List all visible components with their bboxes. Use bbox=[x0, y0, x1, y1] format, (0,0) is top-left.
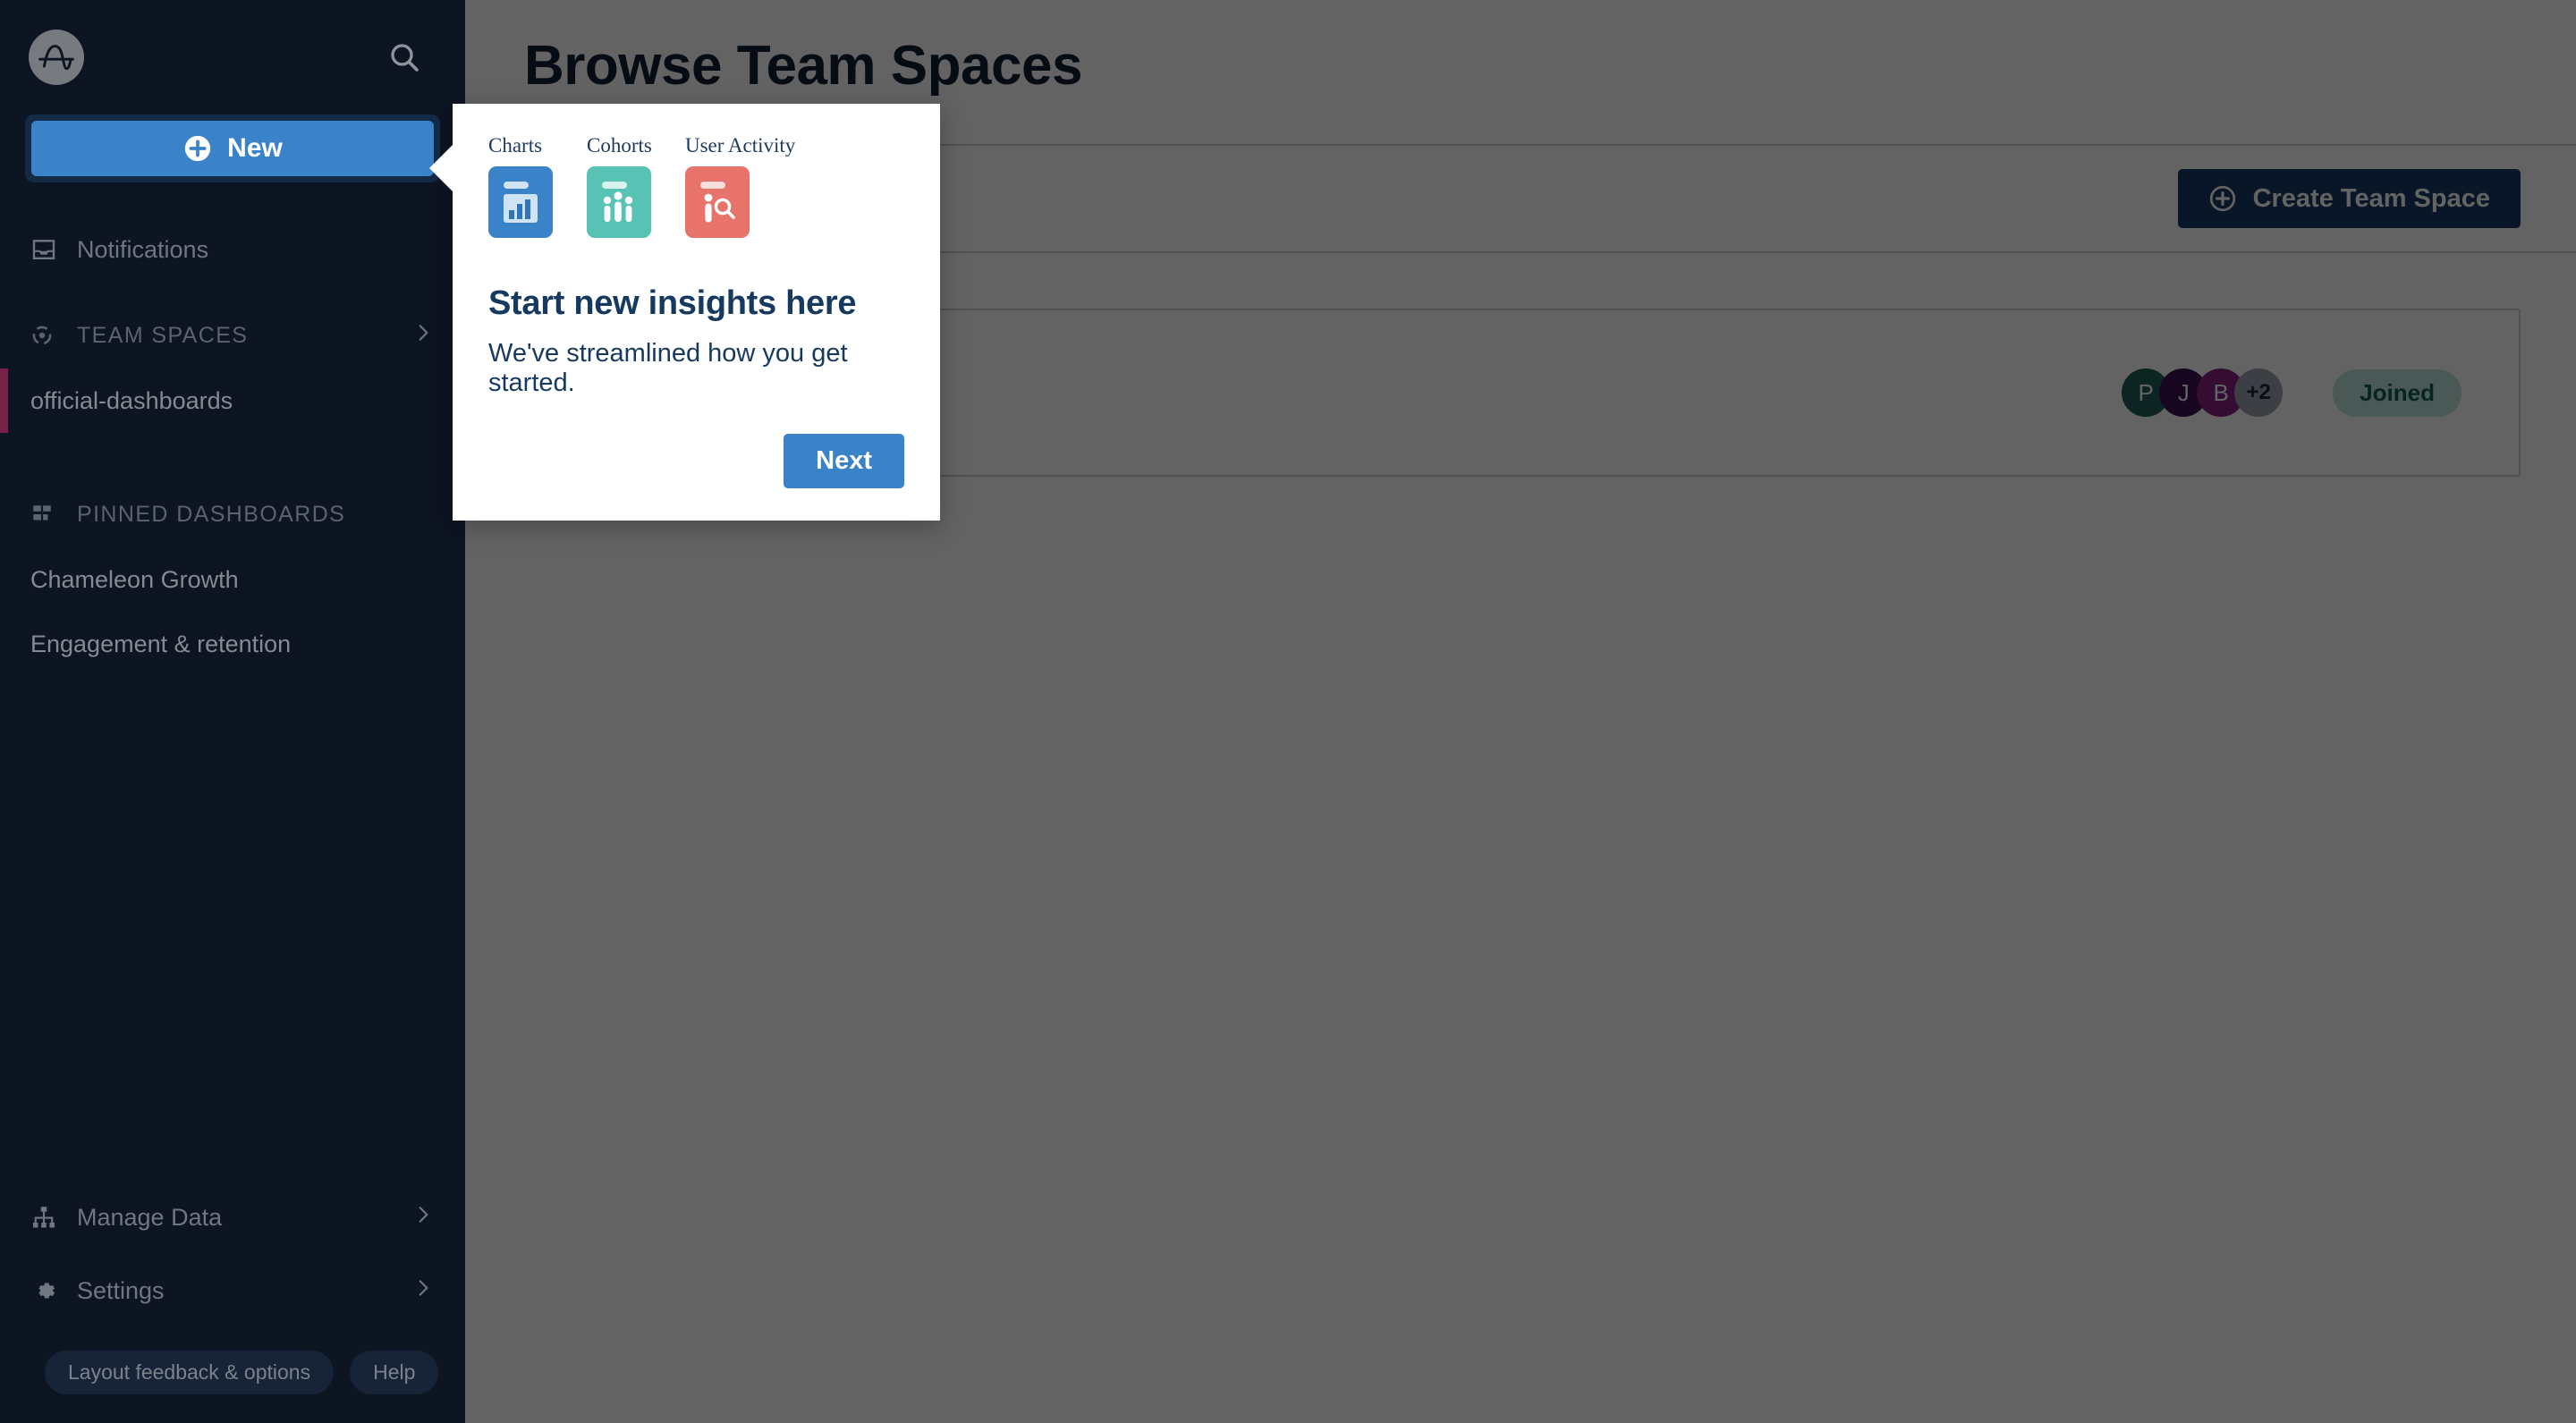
sidebar-item-label: official-dashboards bbox=[30, 386, 233, 414]
popover-tile-user-activity[interactable]: User Activity bbox=[685, 134, 795, 238]
hierarchy-icon bbox=[30, 1204, 70, 1231]
sidebar-footer: Manage Data Settings Layout feedback & o… bbox=[0, 1181, 465, 1423]
sidebar-item-chameleon-growth[interactable]: Chameleon Growth bbox=[0, 547, 465, 612]
inbox-icon bbox=[30, 236, 70, 263]
popover-tiles: Charts Cohorts User Activity bbox=[488, 134, 904, 238]
create-team-space-label: Create Team Space bbox=[2252, 183, 2490, 213]
avatar-overflow-count[interactable]: +2 bbox=[2234, 368, 2284, 417]
popover-tile-label: Charts bbox=[488, 134, 543, 157]
page-title: Browse Team Spaces bbox=[524, 35, 1082, 97]
bar-chart-tile-icon bbox=[488, 166, 553, 238]
sidebar-header bbox=[0, 0, 465, 114]
sidebar-item-settings[interactable]: Settings bbox=[0, 1254, 465, 1327]
create-team-space-button[interactable]: Create Team Space bbox=[2177, 169, 2521, 228]
next-button[interactable]: Next bbox=[784, 434, 904, 488]
people-tile-icon bbox=[587, 166, 651, 238]
new-button-highlight-frame: New bbox=[25, 114, 440, 182]
amplitude-logo-icon[interactable] bbox=[29, 30, 84, 85]
sidebar-item-manage-data[interactable]: Manage Data bbox=[0, 1181, 465, 1254]
status-badge: Joined bbox=[2333, 368, 2462, 417]
plus-circle-icon bbox=[2208, 184, 2237, 213]
sidebar-section-team-spaces[interactable]: TEAM SPACES bbox=[0, 302, 465, 368]
popover-subtitle: We've streamlined how you get started. bbox=[488, 339, 848, 397]
help-button[interactable]: Help bbox=[350, 1351, 439, 1394]
chevron-right-icon[interactable] bbox=[411, 1203, 435, 1232]
plus-circle-icon bbox=[182, 133, 213, 164]
popover-tile-label: Cohorts bbox=[587, 134, 652, 157]
sidebar-item-engagement-retention[interactable]: Engagement & retention bbox=[0, 612, 465, 676]
sidebar-item-label: Settings bbox=[77, 1276, 165, 1304]
popover-actions: Next bbox=[488, 434, 904, 488]
popover-title: Start new insights here bbox=[488, 284, 857, 322]
sidebar: New Notifications TEAM SPACES official-d… bbox=[0, 0, 465, 1423]
popover-tile-charts[interactable]: Charts bbox=[488, 134, 556, 238]
grid-icon bbox=[30, 503, 70, 526]
sidebar-item-label: Chameleon Growth bbox=[30, 565, 239, 593]
sidebar-item-notifications[interactable]: Notifications bbox=[0, 213, 465, 286]
team-spaces-icon bbox=[30, 324, 70, 347]
new-button[interactable]: New bbox=[31, 121, 434, 176]
layout-feedback-button[interactable]: Layout feedback & options bbox=[45, 1351, 335, 1394]
popover-tile-label: User Activity bbox=[685, 134, 796, 157]
popover-tile-cohorts[interactable]: Cohorts bbox=[587, 134, 655, 238]
new-button-label: New bbox=[227, 133, 283, 163]
onboarding-popover: Charts Cohorts User Activity Start new i… bbox=[429, 104, 940, 521]
sidebar-footer-pills: Layout feedback & options Help bbox=[0, 1327, 465, 1394]
chevron-right-icon[interactable] bbox=[411, 1276, 435, 1306]
sidebar-section-pinned-dashboards[interactable]: PINNED DASHBOARDS bbox=[0, 481, 465, 547]
sidebar-item-label: Notifications bbox=[77, 235, 209, 263]
sidebar-item-label: Manage Data bbox=[77, 1203, 223, 1231]
sidebar-item-label: Engagement & retention bbox=[30, 630, 292, 657]
sidebar-item-official-dashboards[interactable]: official-dashboards bbox=[0, 368, 465, 433]
gear-icon bbox=[30, 1276, 70, 1305]
member-avatars: P J B +2 bbox=[2122, 368, 2284, 417]
search-icon[interactable] bbox=[379, 32, 429, 82]
sidebar-section-label: TEAM SPACES bbox=[77, 322, 249, 348]
app-root: New Notifications TEAM SPACES official-d… bbox=[0, 0, 2576, 1423]
user-search-tile-icon bbox=[685, 166, 750, 238]
chevron-right-icon[interactable] bbox=[411, 321, 435, 351]
sidebar-section-label: PINNED DASHBOARDS bbox=[77, 501, 346, 527]
